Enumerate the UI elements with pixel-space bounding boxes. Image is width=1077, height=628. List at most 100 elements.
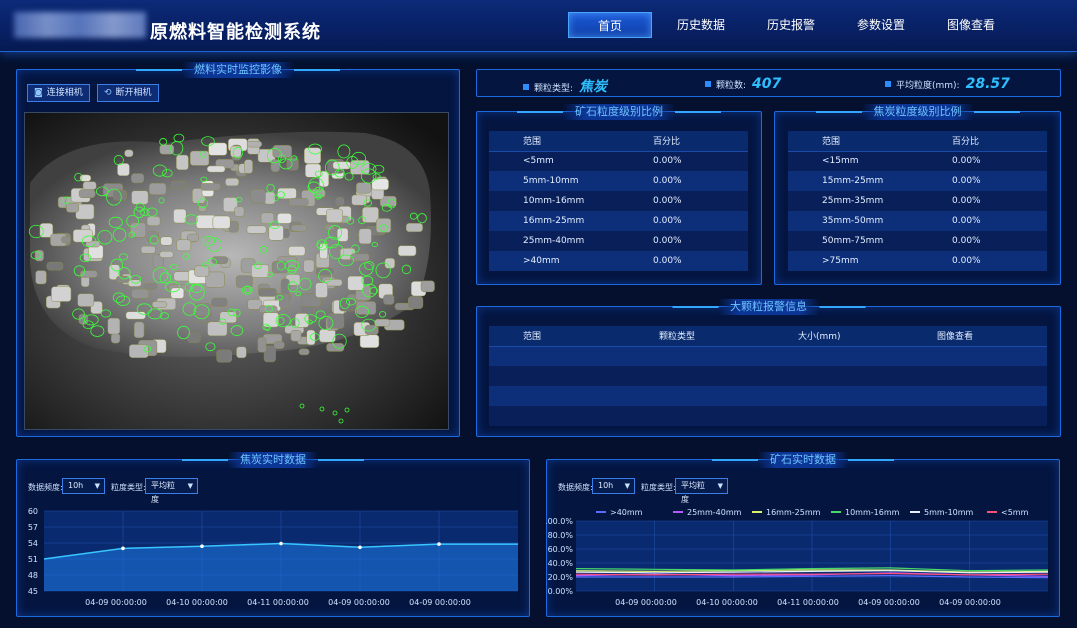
table-row: >75mm 0.00%: [788, 251, 1047, 271]
range-cell: >40mm: [489, 251, 619, 271]
particle: [277, 213, 292, 224]
particle: [347, 275, 365, 291]
particle: [235, 275, 253, 288]
coke-freq-select[interactable]: 10h: [62, 478, 105, 494]
particle: [140, 245, 156, 254]
particle: [125, 311, 146, 320]
coke-ratio-title: 焦炭粒度级别比例: [815, 104, 1020, 120]
percent-cell: 0.00%: [619, 171, 748, 191]
legend-swatch: [673, 511, 683, 513]
particle: [244, 159, 253, 174]
avg-size-label: 平均粒度(mm):: [896, 81, 960, 91]
bullet-icon: [885, 81, 891, 87]
x-tick-label: 04-09 00:00:00: [615, 598, 677, 607]
nav-history-alarm[interactable]: 历史报警: [748, 12, 834, 38]
y-tick-label: 40.0%: [548, 559, 574, 568]
data-point: [121, 546, 125, 551]
particle: [160, 236, 173, 246]
particle: [79, 270, 98, 278]
ore-chart-title: 矿石实时数据: [712, 452, 894, 468]
particle: [290, 224, 307, 232]
particle: [206, 165, 226, 173]
particle: [246, 225, 267, 234]
percent-cell: 0.00%: [619, 211, 748, 231]
nav-image-view[interactable]: 图像查看: [928, 12, 1014, 38]
bullet-icon: [705, 81, 711, 87]
particle: [124, 149, 134, 158]
particle: [115, 275, 130, 283]
particle: [143, 283, 158, 290]
particle: [335, 196, 345, 206]
ore-ptype-label: 粒度类型:: [641, 483, 676, 492]
column-header: 颗粒类型: [625, 326, 764, 347]
particle: [131, 173, 145, 184]
legend-swatch: [831, 511, 841, 513]
particle: [336, 227, 349, 242]
legend-swatch: [596, 511, 606, 513]
range-cell: 5mm-10mm: [489, 171, 619, 191]
particle: [306, 329, 316, 346]
percent-cell: 0.00%: [918, 151, 1047, 171]
particle: [110, 333, 121, 344]
coke-realtime-chart: 45 48 51 54 57 60 04-09 00:00:00 04-10 00:00:00…: [28, 507, 518, 607]
particle: [298, 348, 310, 356]
table-row: 16mm-25mm 0.00%: [489, 211, 748, 231]
connect-camera-button[interactable]: ◙ 连接相机: [27, 84, 90, 102]
particle: [236, 346, 247, 359]
bullet-icon: [523, 84, 529, 90]
x-tick-label: 04-10 00:00:00: [166, 598, 228, 607]
column-header: 范围: [489, 131, 619, 152]
nav-history-data[interactable]: 历史数据: [658, 12, 744, 38]
particle: [61, 236, 71, 244]
main-nav: 首页 历史数据 历史报警 参数设置 图像查看: [568, 12, 1018, 38]
particle: [327, 313, 345, 329]
percent-cell: 0.00%: [619, 231, 748, 251]
column-header: 范围: [788, 131, 918, 152]
data-point: [279, 541, 283, 546]
particle: [225, 177, 240, 187]
column-header: 百分比: [619, 131, 748, 152]
x-tick-label: 04-09 00:00:00: [409, 598, 471, 607]
y-tick-label: 45: [28, 587, 38, 596]
particle: [176, 239, 192, 252]
coke-chart-title: 焦炭实时数据: [182, 452, 364, 468]
particle-type-info: 颗粒类型: 焦炭: [523, 76, 607, 96]
nav-home[interactable]: 首页: [568, 12, 652, 38]
avg-size-info: 平均粒度(mm): 28.57: [885, 76, 1010, 92]
table-row: 25mm-35mm 0.00%: [788, 191, 1047, 211]
particle: [133, 321, 145, 338]
range-cell: 15mm-25mm: [788, 171, 918, 191]
empty-cell: [489, 366, 1047, 386]
particle-type-value: 焦炭: [579, 79, 608, 95]
alarm-table: 范围 颗粒类型 大小(mm) 图像查看: [489, 326, 1047, 426]
range-cell: 16mm-25mm: [489, 211, 619, 231]
particle: [112, 189, 127, 201]
particle: [131, 190, 149, 205]
camera-icon: ◙: [34, 88, 43, 98]
disconnect-camera-button[interactable]: ⟲ 断开相机: [97, 84, 159, 102]
ore-ptype-select[interactable]: 平均粒度: [675, 478, 728, 504]
particle: [212, 215, 231, 229]
particle: [148, 183, 167, 195]
particle-count-info: 颗粒数: 407: [705, 76, 781, 92]
empty-cell: [489, 386, 1047, 406]
particle: [420, 280, 435, 293]
table-row: [489, 366, 1047, 386]
data-point: [437, 542, 441, 546]
particle: [250, 189, 266, 204]
range-cell: <5mm: [489, 151, 619, 171]
camera-feed-image: [25, 113, 448, 429]
coke-freq-label: 数据频度:: [28, 483, 63, 492]
particle: [173, 208, 187, 224]
column-header: 百分比: [918, 131, 1047, 152]
detection-info-bar: 颗粒类型: 焦炭 颗粒数: 407 平均粒度(mm): 28.57: [476, 69, 1061, 97]
particle: [290, 330, 302, 342]
nav-settings[interactable]: 参数设置: [838, 12, 924, 38]
particle: [200, 183, 221, 191]
ore-freq-select[interactable]: 10h: [592, 478, 635, 494]
coke-ptype-select[interactable]: 平均粒度: [145, 478, 198, 504]
table-row: 25mm-40mm 0.00%: [489, 231, 748, 251]
empty-cell: [489, 346, 1047, 366]
particle-type-label: 颗粒类型:: [534, 84, 574, 94]
percent-cell: 0.00%: [918, 231, 1047, 251]
